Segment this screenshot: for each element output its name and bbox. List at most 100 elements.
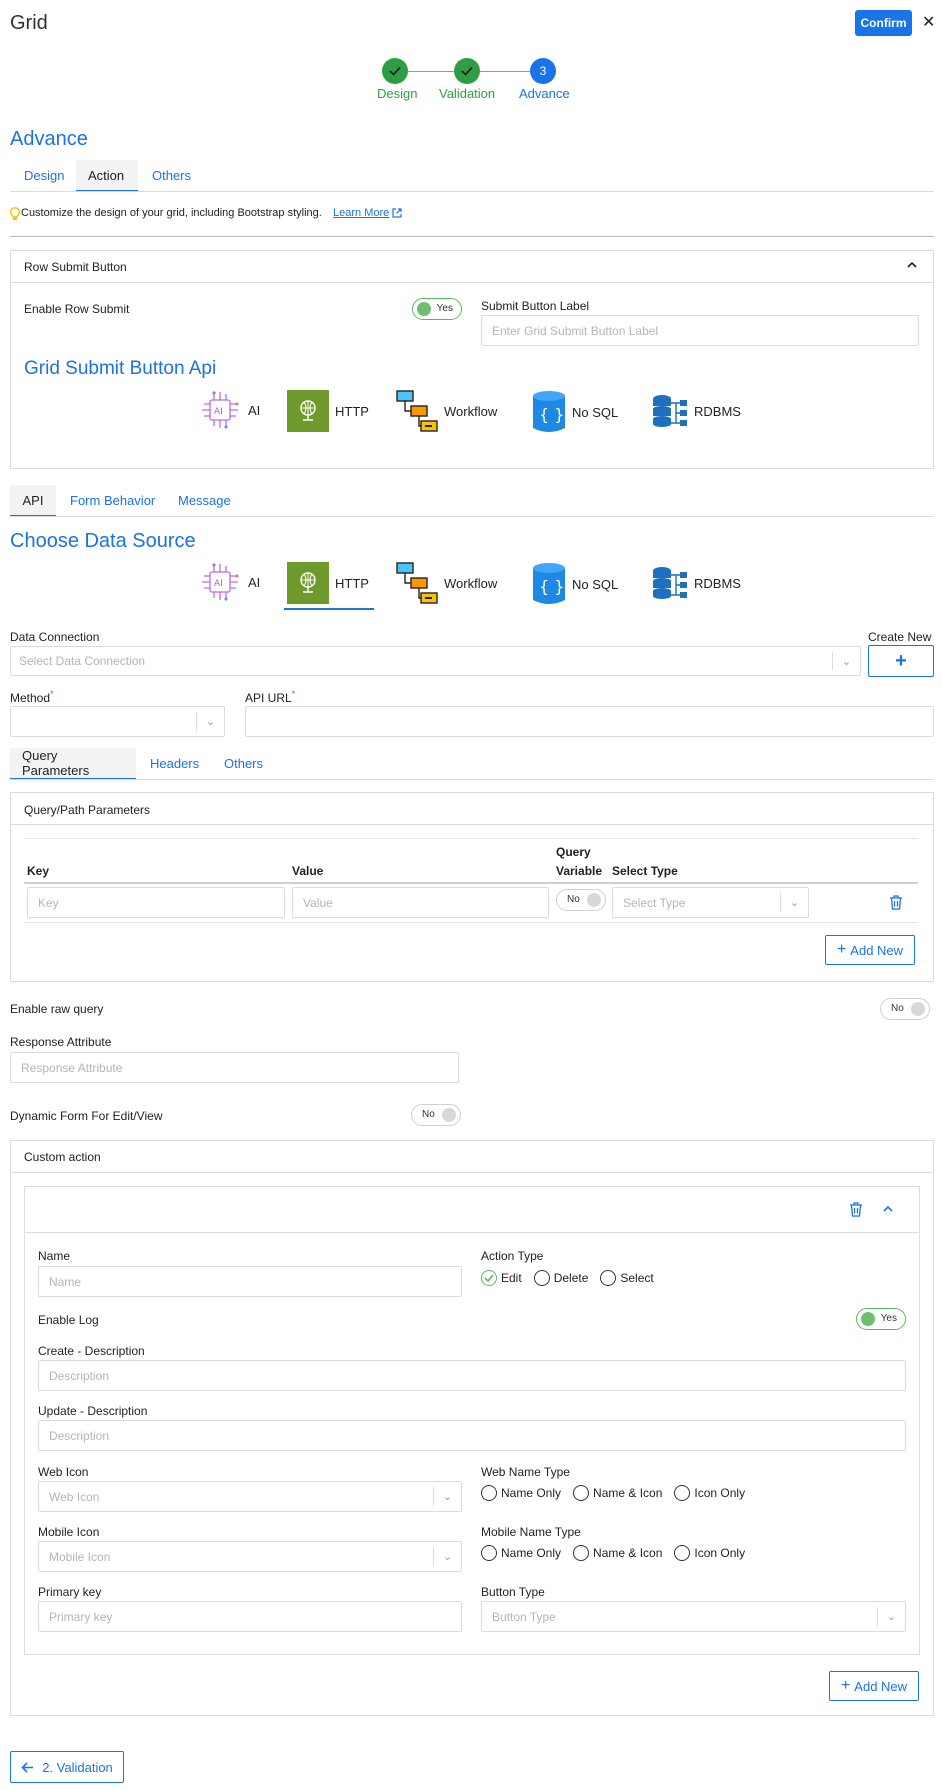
api-url-label: API URL* — [245, 689, 296, 705]
web-icon-select[interactable]: Web Icon ⌄ — [38, 1481, 462, 1512]
query-variable-toggle[interactable]: No — [556, 889, 606, 911]
required-mark: * — [50, 689, 54, 699]
enable-log-label: Enable Log — [38, 1313, 99, 1327]
radio-web-name-icon[interactable]: Name & Icon — [573, 1485, 662, 1501]
enable-raw-query-toggle[interactable]: No — [880, 998, 930, 1020]
tab-headers[interactable]: Headers — [138, 748, 211, 778]
radio-web-icon-only[interactable]: Icon Only — [674, 1485, 745, 1501]
chevron-up-icon[interactable] — [882, 1203, 894, 1218]
toggle-text: No — [422, 1109, 435, 1120]
trash-icon[interactable] — [889, 895, 903, 913]
response-attribute-input[interactable]: Response Attribute — [10, 1052, 459, 1083]
radio-delete[interactable]: Delete — [533, 1270, 588, 1286]
row-source-rdbms[interactable]: RDBMS — [652, 394, 741, 428]
row-source-ai[interactable]: AI AI — [198, 388, 260, 432]
enable-row-submit-toggle[interactable]: Yes — [412, 298, 462, 320]
svg-text:AI: AI — [214, 407, 223, 417]
radio-mobile-name-only[interactable]: Name Only — [481, 1545, 561, 1561]
chevron-down-icon: ⌄ — [433, 1547, 461, 1566]
dynamic-form-toggle[interactable]: No — [411, 1104, 461, 1126]
chevron-down-icon: ⌄ — [780, 893, 808, 912]
radio-mobile-icon-only[interactable]: Icon Only — [674, 1545, 745, 1561]
confirm-button[interactable]: Confirm — [855, 10, 912, 36]
web-name-type-radios: Name Only Name & Icon Icon Only — [481, 1485, 757, 1501]
param-key-input[interactable]: Key — [27, 887, 285, 918]
data-connection-select[interactable]: Select Data Connection ⌄ — [10, 646, 861, 676]
source-rdbms-label: RDBMS — [694, 575, 741, 591]
tab-others[interactable]: Others — [140, 160, 203, 190]
source-workflow[interactable]: Workflow — [396, 562, 497, 604]
learn-more-link[interactable]: Learn More — [333, 207, 402, 219]
api-url-input[interactable] — [245, 706, 934, 737]
mobile-name-type-radios: Name Only Name & Icon Icon Only — [481, 1545, 757, 1561]
source-ai[interactable]: AI AI — [198, 560, 260, 604]
rdbms-db-icon — [653, 395, 687, 427]
button-type-select[interactable]: Button Type ⌄ — [481, 1601, 906, 1632]
step-advance-number[interactable]: 3 — [530, 58, 556, 84]
submit-button-label-input[interactable]: Enter Grid Submit Button Label — [481, 315, 919, 346]
http-globe-icon — [287, 390, 329, 432]
update-description-label: Update - Description — [38, 1404, 148, 1418]
mobile-icon-select[interactable]: Mobile Icon ⌄ — [38, 1541, 462, 1572]
create-description-input[interactable]: Description — [38, 1360, 906, 1391]
section-title: Advance — [10, 128, 88, 150]
tab-message[interactable]: Message — [166, 485, 243, 515]
source-rdbms[interactable]: RDBMS — [652, 566, 741, 600]
step-design-check-icon[interactable] — [382, 58, 408, 84]
source-nosql[interactable]: { } No SQL — [532, 562, 618, 606]
action-type-label: Action Type — [481, 1249, 544, 1263]
close-icon[interactable]: ✕ — [922, 12, 935, 32]
row-source-nosql-label: No SQL — [572, 404, 619, 420]
method-select[interactable]: ⌄ — [10, 706, 225, 737]
enable-log-toggle[interactable]: Yes — [856, 1308, 906, 1330]
tab-api[interactable]: API — [10, 485, 56, 517]
chevron-down-icon: ⌄ — [877, 1607, 905, 1626]
tab-query-parameters[interactable]: Query Parameters — [10, 748, 136, 780]
toggle-text: Yes — [436, 303, 453, 314]
tab-form-behavior[interactable]: Form Behavior — [58, 485, 167, 515]
data-connection-placeholder: Select Data Connection — [19, 654, 146, 668]
action-name-input[interactable]: Name — [38, 1266, 462, 1297]
custom-action-card-divider — [24, 1232, 920, 1233]
toggle-text: No — [567, 894, 580, 905]
plus-icon: + — [895, 649, 907, 672]
primary-key-input[interactable]: Primary key — [38, 1601, 462, 1632]
radio-select[interactable]: Select — [600, 1270, 654, 1286]
web-name-type-label: Web Name Type — [481, 1465, 570, 1479]
custom-action-panel-title: Custom action — [24, 1150, 101, 1164]
row-source-nosql[interactable]: { } No SQL — [532, 390, 618, 434]
chevron-down-icon: ⌄ — [196, 712, 224, 731]
tab-design[interactable]: Design — [12, 160, 76, 190]
radio-mobile-name-icon[interactable]: Name & Icon — [573, 1545, 662, 1561]
mobile-icon-label: Mobile Icon — [38, 1525, 100, 1539]
radio-edit[interactable]: Edit — [481, 1270, 522, 1286]
source-http-selected-underline — [284, 608, 374, 610]
chevron-up-icon[interactable] — [906, 259, 918, 274]
param-value-input[interactable]: Value — [292, 887, 549, 918]
step-advance-label: Advance — [519, 86, 570, 101]
row-source-http[interactable]: HTTP — [287, 390, 369, 432]
source-http[interactable]: HTTP — [287, 562, 369, 604]
update-description-input[interactable]: Description — [38, 1420, 906, 1451]
tabs-divider — [10, 191, 934, 192]
enable-row-submit-label: Enable Row Submit — [24, 302, 130, 316]
plus-icon: + — [836, 941, 847, 958]
tab-action[interactable]: Action — [76, 160, 138, 192]
row-source-workflow[interactable]: Workflow — [396, 390, 497, 432]
add-new-action-button[interactable]: + Add New — [829, 1671, 919, 1701]
create-new-connection-button[interactable]: + — [868, 645, 934, 677]
radio-web-name-only[interactable]: Name Only — [481, 1485, 561, 1501]
row-source-http-label: HTTP — [335, 403, 369, 419]
required-mark: * — [291, 689, 296, 699]
back-to-validation-button[interactable]: 2. Validation — [10, 1751, 124, 1783]
step-validation-check-icon[interactable] — [454, 58, 480, 84]
trash-icon[interactable] — [849, 1202, 863, 1220]
chevron-down-icon: ⌄ — [832, 652, 860, 670]
source-workflow-label: Workflow — [444, 575, 498, 591]
col-variable: Variable — [556, 864, 603, 878]
web-icon-placeholder: Web Icon — [49, 1489, 100, 1504]
button-type-placeholder: Button Type — [492, 1609, 556, 1624]
add-new-param-button[interactable]: + Add New — [825, 935, 915, 965]
param-type-select[interactable]: Select Type ⌄ — [612, 887, 809, 918]
tab-param-others[interactable]: Others — [212, 748, 275, 778]
